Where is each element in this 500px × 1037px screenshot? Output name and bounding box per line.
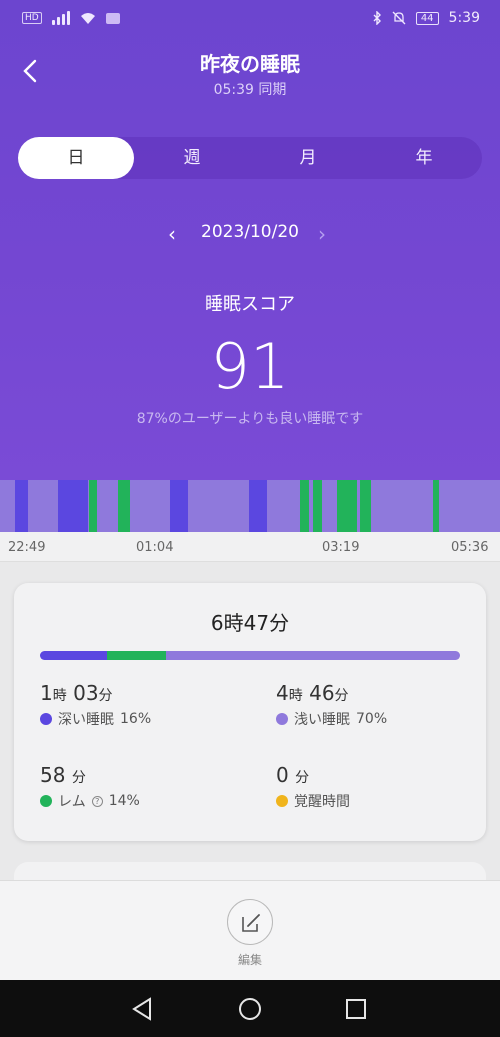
help-icon[interactable]: ? bbox=[91, 795, 103, 807]
period-tabs: 日 週 月 年 bbox=[18, 137, 482, 179]
axis-label-start: 22:49 bbox=[8, 540, 46, 555]
rem-percent: 14% bbox=[108, 793, 140, 809]
deep-segment bbox=[58, 480, 88, 532]
minute-unit: 分 bbox=[295, 770, 310, 786]
minute-unit: 分 bbox=[98, 688, 113, 704]
edit-icon bbox=[242, 914, 260, 932]
tab-year[interactable]: 年 bbox=[366, 137, 482, 179]
back-triangle-icon[interactable] bbox=[130, 996, 156, 1022]
status-bar: HD 44 5:39 bbox=[0, 0, 500, 38]
minute-unit: 分 bbox=[334, 688, 349, 704]
deep-proportion bbox=[40, 651, 108, 660]
total-sleep-time: 6時47分 bbox=[210, 611, 290, 635]
hour-unit: 時 bbox=[52, 688, 67, 704]
notification-icon bbox=[105, 12, 120, 24]
sleep-summary-card[interactable]: 6時47分 1時 03分 深い睡眠 16% 4時 46分 浅い睡眠 70% 58… bbox=[14, 583, 486, 841]
light-percent: 70% bbox=[356, 711, 388, 727]
sleep-score: 91 bbox=[210, 330, 290, 403]
deep-dot-icon bbox=[40, 713, 52, 725]
sleep-stage-timeline bbox=[0, 480, 500, 532]
deep-minutes: 03 bbox=[73, 681, 99, 705]
awake-label: 覚醒時間 bbox=[294, 794, 350, 810]
tab-month[interactable]: 月 bbox=[250, 137, 366, 179]
header-area: HD 44 5:39 昨夜の睡眠 05:39 同期 日 週 月 年 ‹ 2023… bbox=[0, 0, 500, 480]
light-minutes: 46 bbox=[309, 681, 335, 705]
deep-segment bbox=[15, 480, 28, 532]
axis-label: 01:04 bbox=[136, 540, 174, 555]
time-axis: 22:49 01:04 03:19 05:36 bbox=[0, 532, 500, 562]
tab-day[interactable]: 日 bbox=[18, 137, 134, 179]
awake-stat: 0 分 覚醒時間 bbox=[276, 763, 350, 811]
light-hours: 4 bbox=[276, 681, 289, 705]
wifi-icon bbox=[80, 12, 95, 24]
hd-badge: HD bbox=[22, 12, 42, 24]
recents-square-icon[interactable] bbox=[343, 996, 369, 1022]
deep-percent: 16% bbox=[120, 711, 152, 727]
hour-unit: 時 bbox=[288, 688, 303, 704]
rem-segment bbox=[433, 480, 439, 532]
rem-label: レム bbox=[58, 794, 86, 810]
chevron-left-icon[interactable]: ‹ bbox=[168, 222, 176, 246]
rem-proportion bbox=[107, 651, 166, 660]
system-nav-bar bbox=[0, 980, 500, 1037]
rem-segment bbox=[118, 480, 130, 532]
minute-unit: 分 bbox=[71, 770, 86, 786]
light-proportion bbox=[165, 651, 460, 660]
status-time: 5:39 bbox=[448, 10, 480, 26]
deep-segment bbox=[249, 480, 267, 532]
bluetooth-icon bbox=[373, 11, 381, 25]
mute-icon bbox=[392, 11, 406, 25]
deep-segment bbox=[170, 480, 188, 532]
tab-week[interactable]: 週 bbox=[134, 137, 250, 179]
deep-label: 深い睡眠 bbox=[58, 712, 114, 728]
signal-icon bbox=[51, 11, 70, 25]
rem-stat: 58 分 レム ? 14% bbox=[40, 763, 140, 811]
rem-segment bbox=[337, 480, 357, 532]
rem-minutes: 58 bbox=[40, 763, 66, 787]
rem-segment bbox=[313, 480, 322, 532]
edit-button[interactable] bbox=[227, 899, 273, 945]
score-description: 87%のユーザーよりも良い睡眠です bbox=[136, 411, 364, 427]
chevron-right-icon[interactable]: › bbox=[318, 222, 326, 246]
battery-indicator: 44 bbox=[415, 11, 439, 25]
awake-dot-icon bbox=[276, 795, 288, 807]
bottom-action-bar: 編集 bbox=[0, 880, 500, 980]
current-date: 2023/10/20 bbox=[201, 222, 299, 242]
awake-minutes: 0 bbox=[276, 763, 289, 787]
light-label: 浅い睡眠 bbox=[294, 712, 350, 728]
score-label: 睡眠スコア bbox=[205, 294, 295, 315]
deep-sleep-stat: 1時 03分 深い睡眠 16% bbox=[40, 681, 151, 729]
edit-label: 編集 bbox=[237, 953, 262, 967]
date-navigator: ‹ 2023/10/20 › bbox=[0, 222, 500, 246]
deep-hours: 1 bbox=[40, 681, 53, 705]
stage-proportion-bar bbox=[40, 651, 460, 660]
rem-segment bbox=[89, 480, 97, 532]
rem-segment bbox=[360, 480, 371, 532]
light-sleep-stat: 4時 46分 浅い睡眠 70% bbox=[276, 681, 387, 729]
light-dot-icon bbox=[276, 713, 288, 725]
rem-dot-icon bbox=[40, 795, 52, 807]
home-circle-icon[interactable] bbox=[237, 996, 263, 1022]
sync-time: 05:39 同期 bbox=[213, 82, 287, 98]
axis-label-end: 05:36 bbox=[451, 540, 489, 555]
axis-label: 03:19 bbox=[322, 540, 360, 555]
page-title: 昨夜の睡眠 bbox=[200, 52, 300, 76]
rem-segment bbox=[300, 480, 309, 532]
